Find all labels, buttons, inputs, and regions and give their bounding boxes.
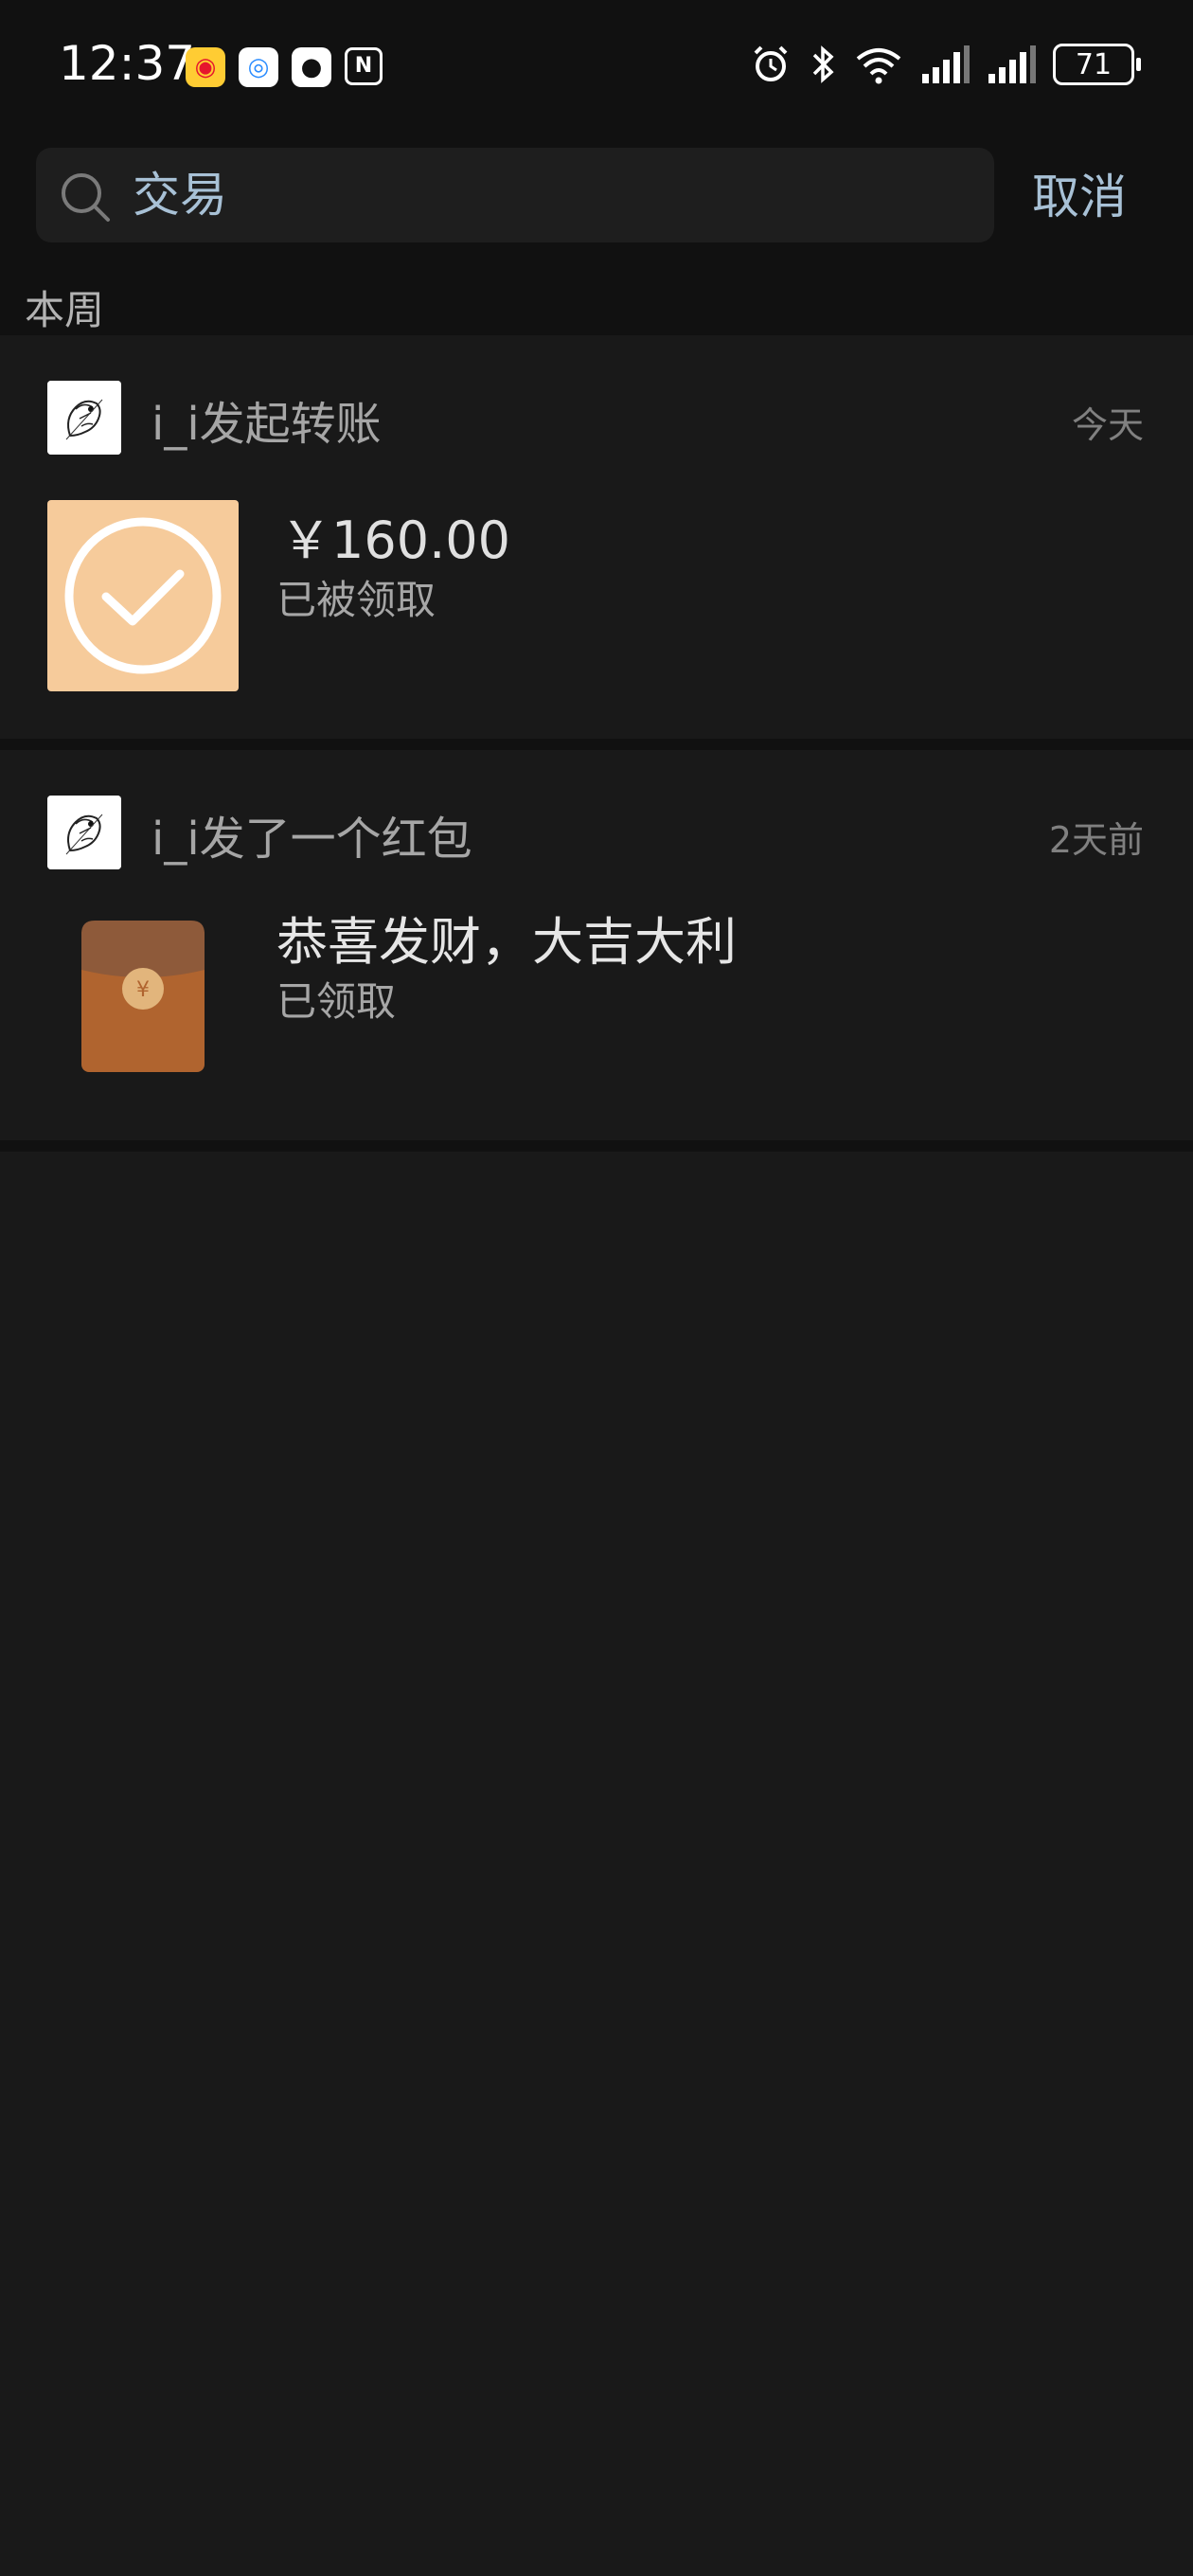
cancel-button[interactable]: 取消 [1032, 159, 1127, 227]
record-time: 今天 [1071, 404, 1144, 446]
qq-icon: ● [292, 47, 331, 87]
record-title: i_i发起转账 [151, 398, 382, 451]
system-icons: 71 [750, 44, 1141, 85]
weibo-icon: ◉ [186, 47, 225, 87]
section-label: 本周 [25, 287, 105, 333]
alarm-icon [750, 44, 792, 85]
browser-icon: ◎ [239, 47, 278, 87]
search-input[interactable] [133, 159, 966, 231]
avatar [47, 796, 121, 869]
divider [0, 739, 1193, 750]
search-bar: 取消 [0, 140, 1193, 278]
transfer-amount: ￥160.00 [280, 510, 510, 570]
notification-icons: ◉ ◎ ● N [186, 47, 383, 87]
red-envelope-icon: ¥ [80, 919, 206, 1074]
transfer-thumbnail [47, 500, 239, 691]
status-bar: 12:37 ◉ ◎ ● N 71 [0, 0, 1193, 140]
record-status: 已领取 [276, 978, 397, 1025]
search-box[interactable] [36, 148, 994, 242]
battery-indicator: 71 [1053, 44, 1141, 85]
signal-icon [920, 45, 970, 83]
signal-icon [987, 45, 1036, 83]
nfc-icon: N [345, 47, 383, 85]
record-title: i_i发了一个红包 [151, 813, 472, 866]
divider [0, 1140, 1193, 1152]
wifi-icon [854, 44, 903, 85]
record-time: 2天前 [1048, 819, 1144, 861]
record-status: 已被领取 [276, 577, 436, 623]
bluetooth-icon [809, 44, 837, 85]
transfer-record[interactable]: i_i发起转账 今天 ￥160.00 已被领取 [0, 335, 1193, 739]
envelope-blessing: 恭喜发财，大吉大利 [276, 912, 737, 972]
check-icon [64, 517, 222, 674]
svg-text:¥: ¥ [136, 978, 150, 1002]
red-envelope-record[interactable]: i_i发了一个红包 2天前 ¥ 恭喜发财，大吉大利 已领取 [0, 750, 1193, 1140]
search-icon [59, 170, 112, 227]
section-header: 本周 [0, 278, 1193, 335]
avatar [47, 381, 121, 455]
status-time: 12:37 [59, 36, 196, 91]
